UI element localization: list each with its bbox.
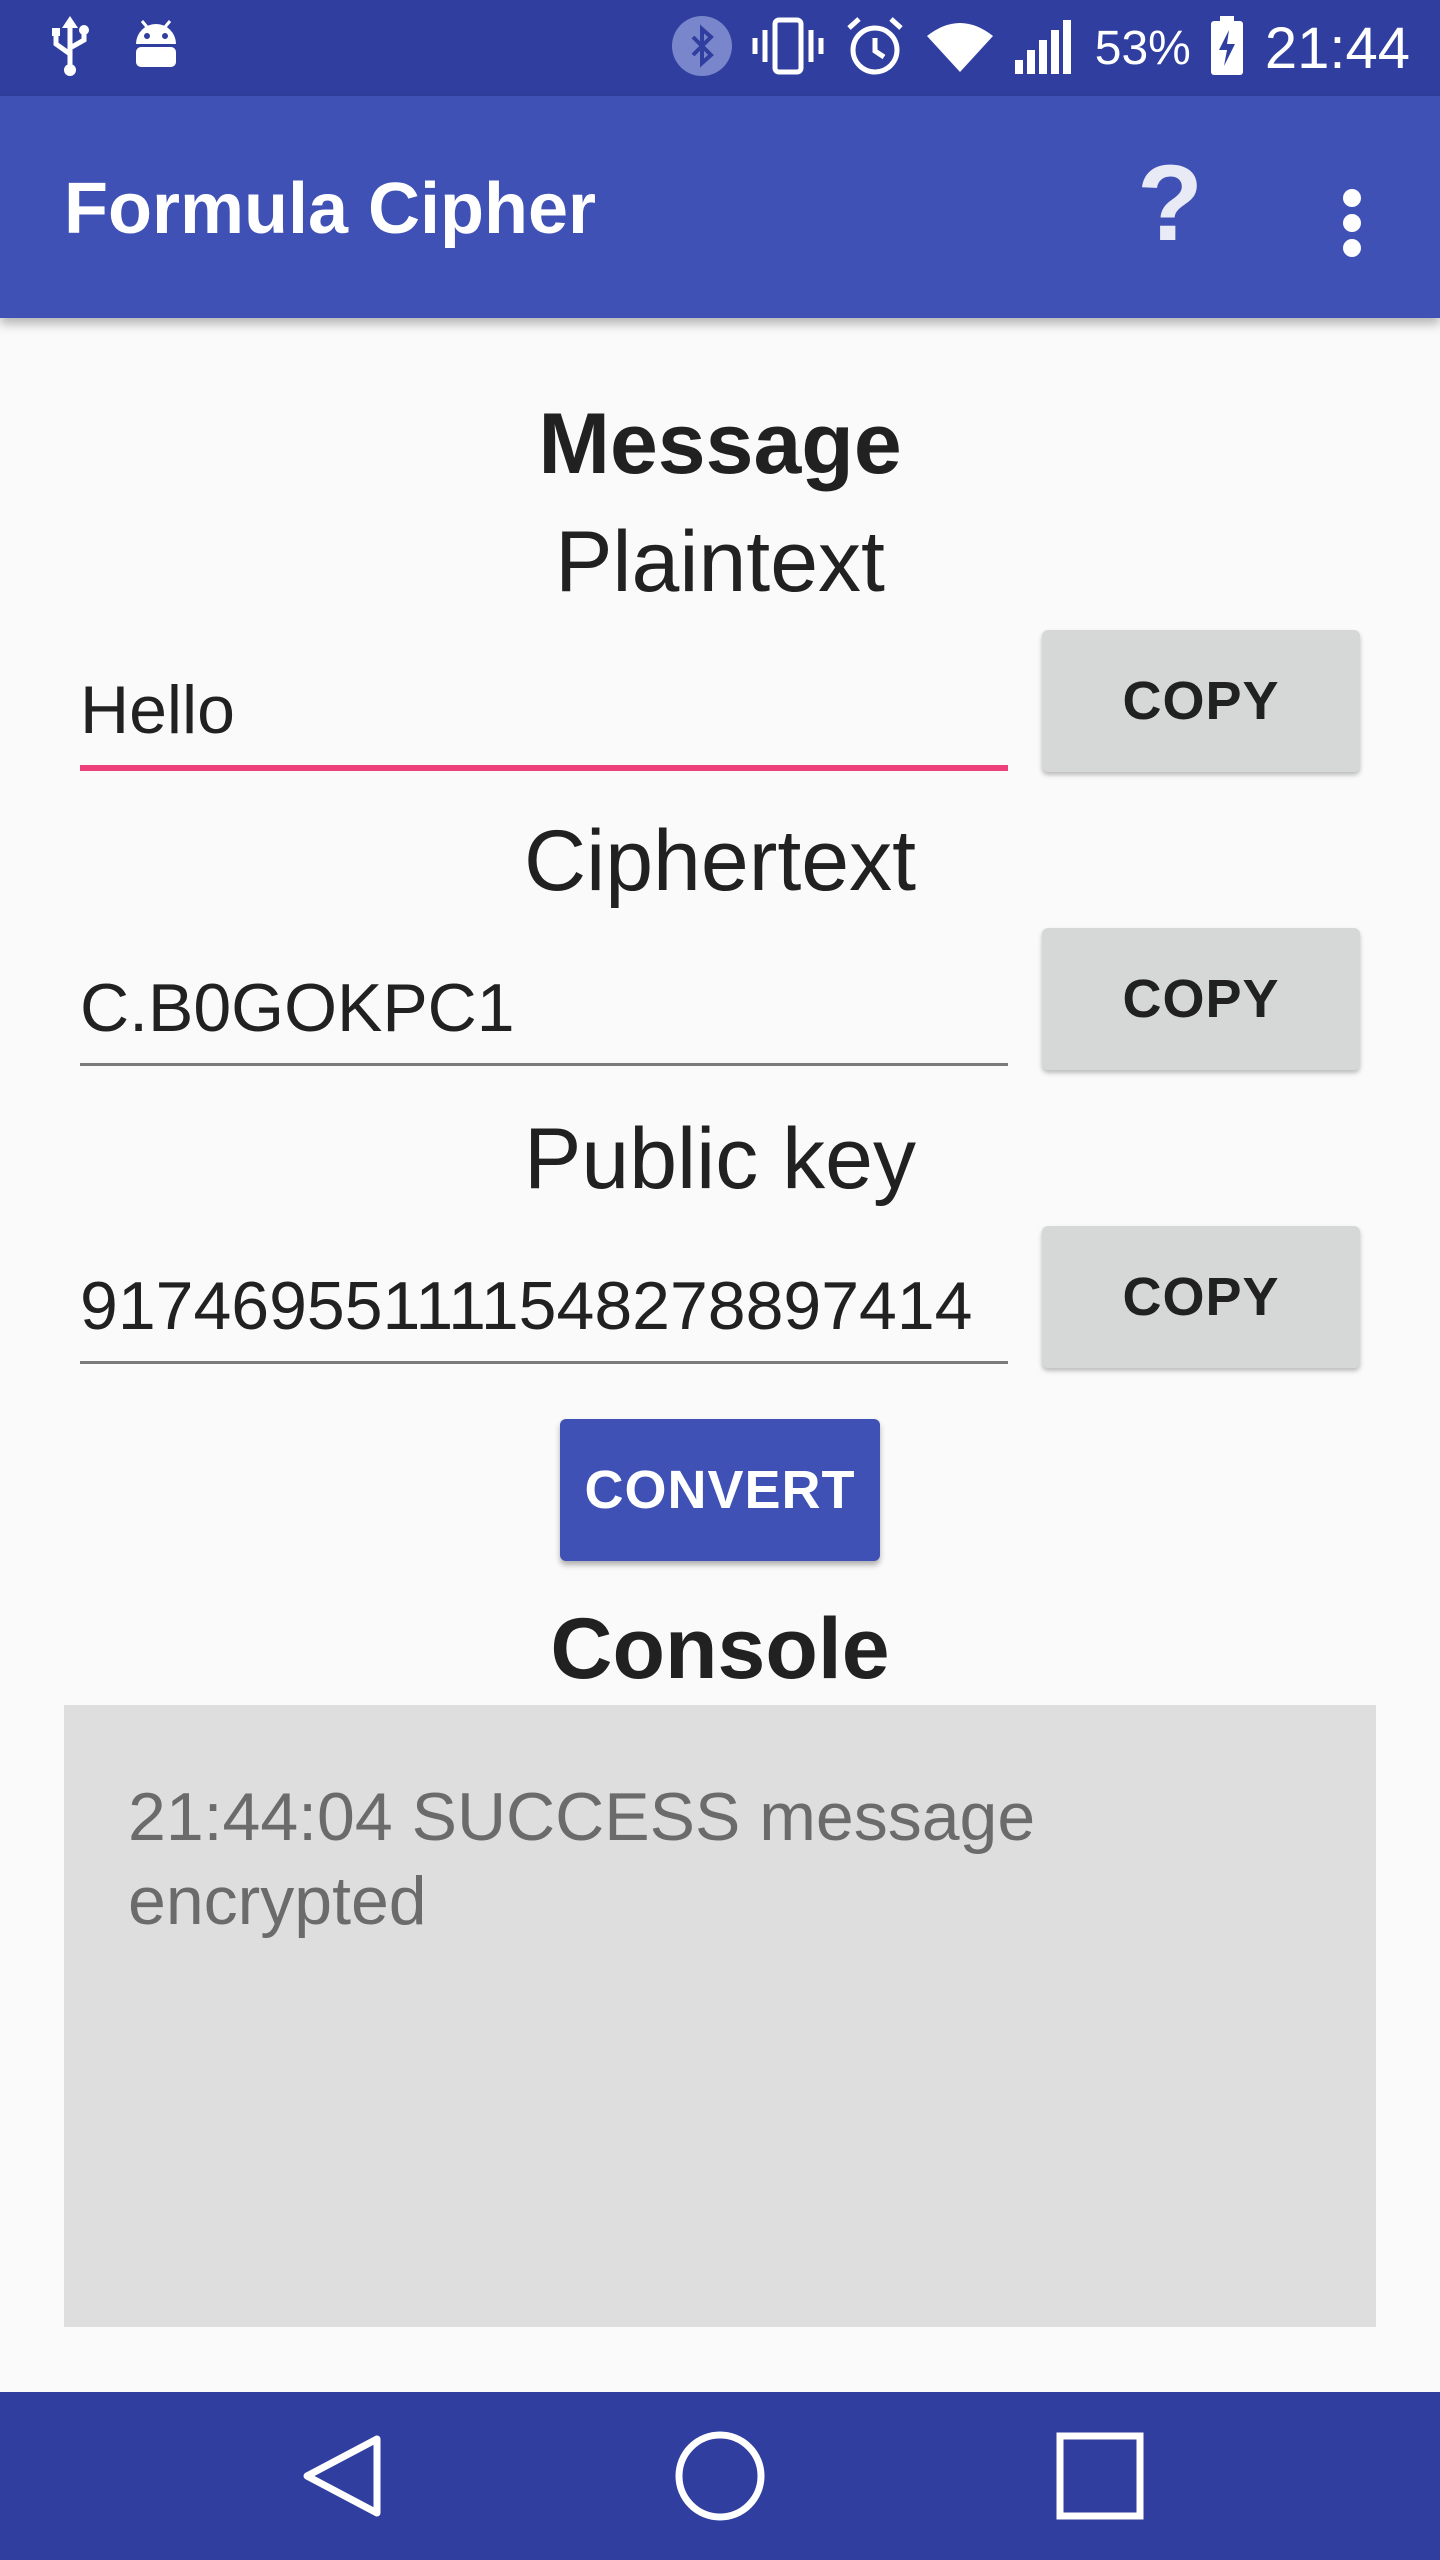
battery-charging-icon [1209, 15, 1245, 81]
app-bar: Formula Cipher ? [0, 96, 1440, 318]
wifi-icon [925, 18, 995, 79]
public-key-input[interactable]: 917469551111548278897414 [80, 1251, 1008, 1364]
status-time: 21:44 [1264, 15, 1410, 81]
help-button[interactable]: ? [1130, 148, 1210, 258]
status-bar: 53% 21:44 [0, 0, 1440, 96]
help-icon: ? [1137, 142, 1203, 263]
signal-icon [1013, 16, 1073, 81]
copy-ciphertext-button[interactable]: COPY [1042, 928, 1360, 1070]
vibrate-icon [751, 16, 825, 81]
android-debug-icon [128, 18, 184, 79]
navigation-bar [0, 2392, 1440, 2560]
plaintext-label: Plaintext [555, 514, 885, 610]
app-title: Formula Cipher [64, 169, 597, 249]
public-key-label: Public key [524, 1111, 916, 1207]
console-output: 21:44:04 SUCCESS message encrypted [64, 1705, 1376, 2327]
usb-icon [48, 15, 92, 81]
back-icon [303, 2435, 381, 2517]
plaintext-input[interactable]: Hello [80, 655, 1008, 771]
ciphertext-input[interactable]: C.B0GOKPC1 [80, 953, 1008, 1066]
convert-button[interactable]: CONVERT [560, 1419, 880, 1561]
console-heading: Console [550, 1601, 890, 1697]
message-heading: Message [538, 396, 902, 492]
more-vert-icon [1343, 189, 1361, 257]
home-button[interactable] [660, 2416, 780, 2536]
back-button[interactable] [282, 2416, 402, 2536]
console-text: 21:44:04 SUCCESS message encrypted [128, 1779, 1036, 1939]
copy-plaintext-button[interactable]: COPY [1042, 630, 1360, 772]
battery-percent: 53% [1094, 21, 1191, 75]
more-options-button[interactable] [1320, 168, 1384, 278]
recents-icon [1056, 2432, 1144, 2520]
alarm-icon [843, 14, 907, 83]
ciphertext-label: Ciphertext [524, 813, 916, 909]
home-icon [675, 2431, 765, 2521]
recents-button[interactable] [1040, 2416, 1160, 2536]
bluetooth-icon [671, 15, 733, 82]
copy-public-key-button[interactable]: COPY [1042, 1226, 1360, 1368]
